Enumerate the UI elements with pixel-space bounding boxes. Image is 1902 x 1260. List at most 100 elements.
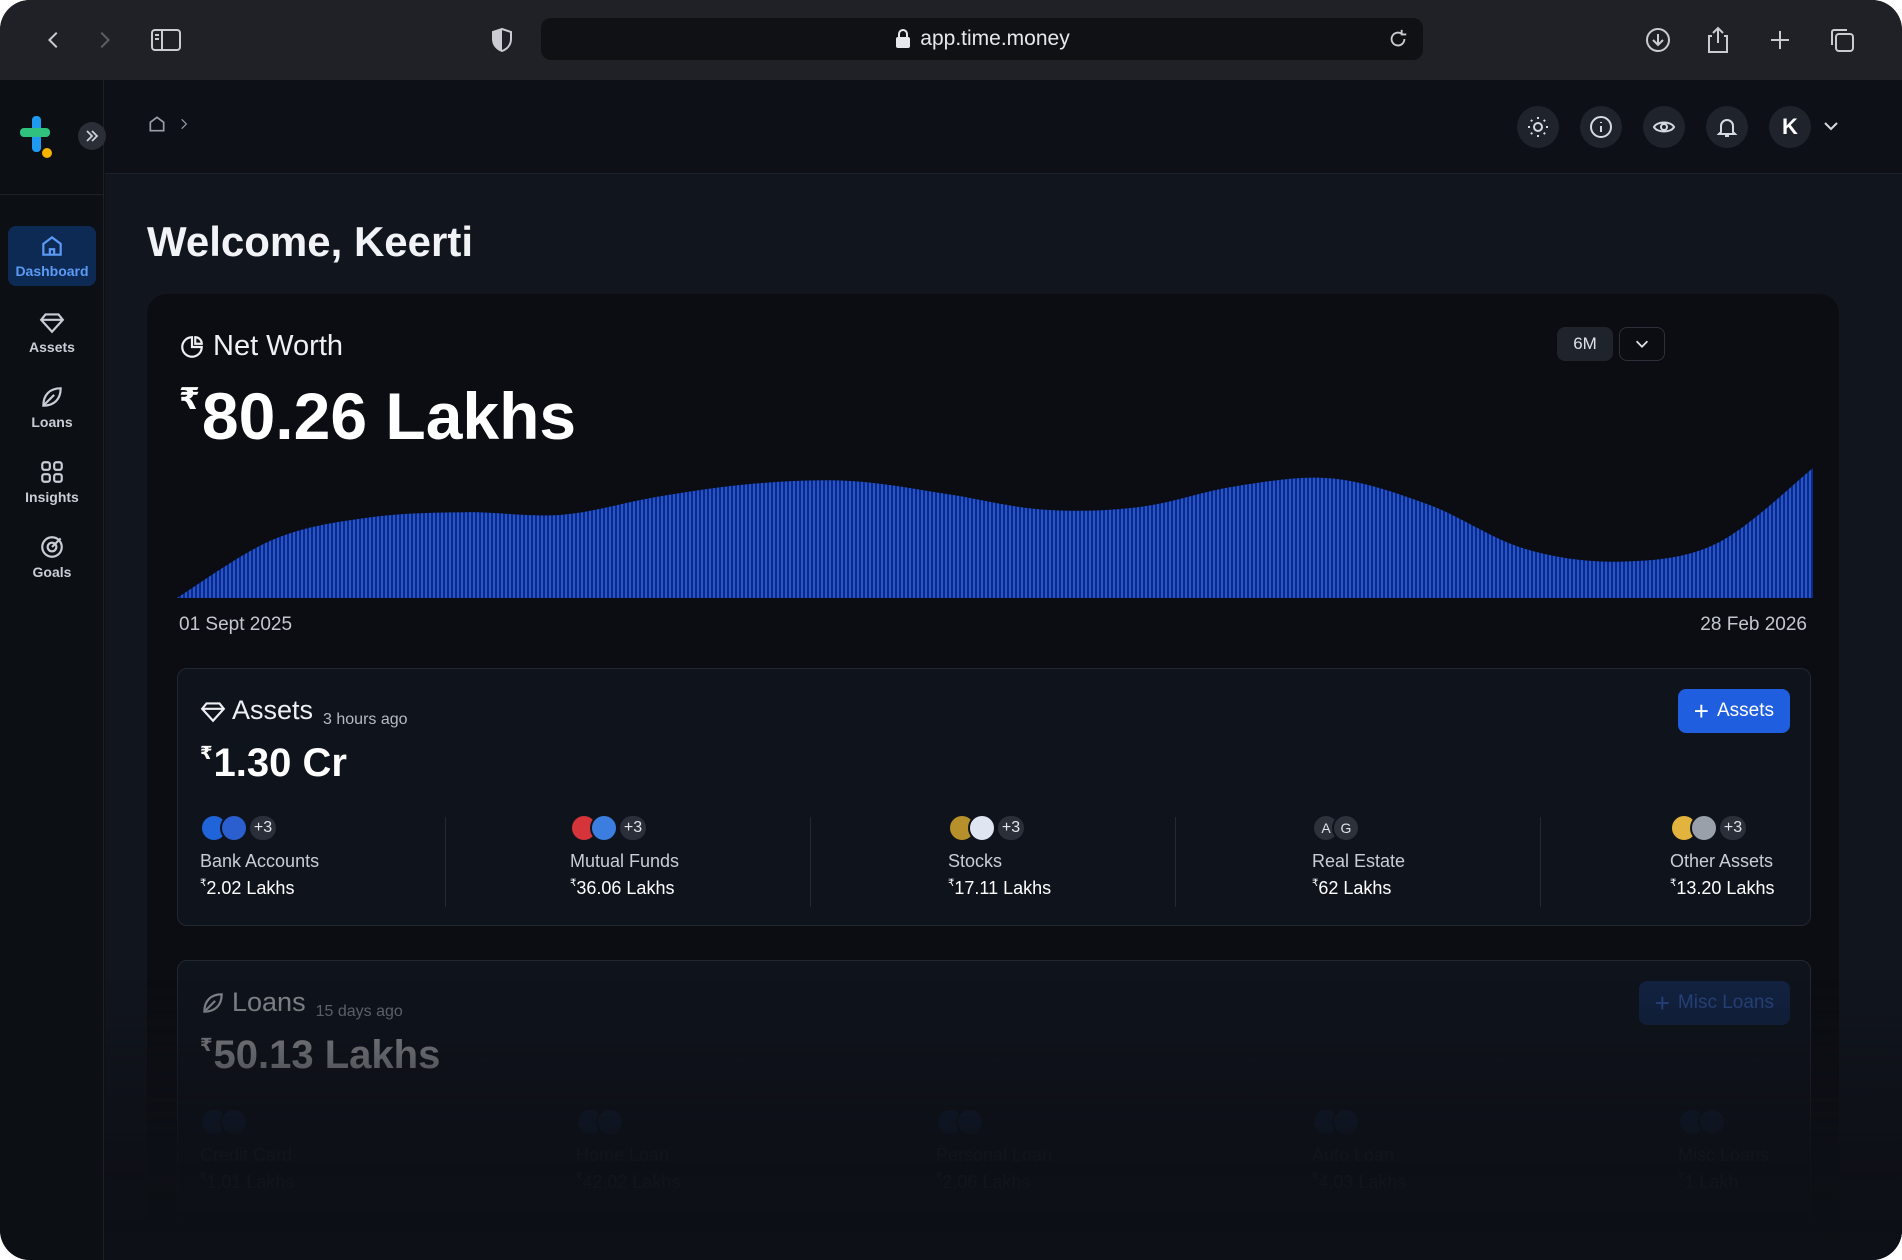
home-icon (42, 235, 62, 256)
loans-title: Loans (232, 987, 306, 1017)
category-value: ₹2.02 Lakhs (200, 878, 319, 899)
bank-logo-icon (596, 1108, 624, 1136)
loans-header: Loans 15 days ago (200, 987, 403, 1021)
forward-icon[interactable] (86, 22, 122, 58)
chevron-right-icon (181, 118, 188, 130)
page-title: Welcome, Keerti (147, 218, 474, 265)
privacy-shield-icon[interactable] (484, 22, 520, 58)
bank-logo-icon (1698, 1108, 1726, 1136)
url-text: app.time.money (920, 27, 1070, 50)
back-icon[interactable] (36, 22, 72, 58)
pie-chart-icon (181, 335, 203, 358)
notifications-button[interactable] (1706, 106, 1748, 148)
net-worth-amount: 80.26 Lakhs (201, 379, 577, 453)
category-value: ₹1 Lakh (1678, 1172, 1769, 1193)
assets-updated-time: 3 hours ago (323, 710, 408, 728)
category-divider (445, 817, 446, 907)
category-value: ₹2.06 Lakhs (936, 1172, 1052, 1193)
fund-logo-icon (590, 814, 618, 842)
asset-category-real-estate[interactable]: A G Real Estate ₹62 Lakhs (1312, 813, 1405, 903)
sidebar-item-goals[interactable]: Goals (8, 527, 96, 587)
chevron-down-icon[interactable] (1821, 116, 1841, 136)
lock-icon (896, 29, 911, 48)
loan-category-misc-loans[interactable]: Misc Loans ₹1 Lakh (1678, 1107, 1769, 1197)
sidebar-item-assets[interactable]: Assets (8, 302, 96, 362)
silver-icon (1690, 814, 1718, 842)
category-amount: 36.06 Lakhs (576, 878, 675, 898)
net-worth-chart[interactable] (177, 462, 1813, 598)
info-button[interactable] (1580, 106, 1622, 148)
category-value: ₹36.06 Lakhs (570, 878, 679, 899)
range-selector-button[interactable]: 6M (1557, 327, 1613, 361)
sidebar: Dashboard Assets Loans Insights Goals (0, 80, 106, 1260)
info-icon (1590, 116, 1612, 138)
device-frame: app.time.money Dashboard Assets Loans In… (0, 0, 1902, 1260)
bank-logo-icon (220, 1108, 248, 1136)
category-amount: 4.03 Lakhs (1318, 1172, 1407, 1192)
sidebar-item-dashboard[interactable]: Dashboard (8, 226, 96, 286)
sidebar-item-label: Dashboard (15, 263, 89, 279)
category-label: Stocks (948, 851, 1003, 871)
reload-icon[interactable] (1387, 28, 1409, 50)
assets-total: ₹ 1.30 Cr (200, 741, 347, 786)
chart-start-date: 01 Sept 2025 (179, 614, 293, 635)
category-value: ₹13.20 Lakhs (1670, 878, 1774, 899)
browser-toolbar: app.time.money (0, 0, 1902, 80)
share-icon[interactable] (1700, 22, 1736, 58)
net-worth-area-series (177, 468, 1813, 598)
asset-category-bank-accounts[interactable]: +3 Bank Accounts ₹2.02 Lakhs (200, 813, 319, 903)
category-amount: 2.02 Lakhs (206, 878, 295, 898)
more-count-badge: +3 (248, 814, 278, 842)
loan-category-personal-loan[interactable]: Personal Loan ₹2.06 Lakhs (936, 1107, 1052, 1197)
asset-category-other-assets[interactable]: +3 Other Assets ₹13.20 Lakhs (1670, 813, 1774, 903)
category-value: ₹4.03 Lakhs (1312, 1172, 1406, 1193)
address-bar[interactable]: app.time.money (541, 18, 1423, 60)
range-dropdown-button[interactable] (1619, 327, 1665, 361)
add-misc-loans-button[interactable]: + Misc Loans (1638, 981, 1790, 1025)
currency-symbol: ₹ (179, 383, 200, 416)
category-label: Personal Loan (936, 1145, 1053, 1165)
more-count-badge: +3 (996, 814, 1026, 842)
leaf-icon (203, 992, 223, 1013)
top-header: K (105, 80, 1902, 174)
download-icon[interactable] (1640, 22, 1676, 58)
sidebar-item-loans[interactable]: Loans (8, 377, 96, 437)
category-divider (1540, 817, 1541, 907)
eye-icon (1652, 121, 1676, 133)
avatar[interactable]: K (1769, 106, 1811, 148)
category-label: Mutual Funds (570, 851, 680, 871)
new-tab-icon[interactable] (1762, 22, 1798, 58)
category-amount: 1.01 Lakhs (206, 1172, 295, 1192)
category-amount: 1 Lakh (1684, 1172, 1739, 1192)
more-count-badge: +3 (618, 814, 648, 842)
category-amount: 42.02 Lakhs (582, 1172, 681, 1192)
home-icon[interactable] (147, 114, 167, 134)
category-value: ₹62 Lakhs (1312, 878, 1405, 899)
sidebar-item-insights[interactable]: Insights (8, 452, 96, 512)
add-assets-label: Assets (1716, 700, 1774, 721)
theme-toggle-button[interactable] (1517, 106, 1559, 148)
loan-category-home-loan[interactable]: Home Loan ₹42.02 Lakhs (576, 1107, 680, 1197)
category-label: Bank Accounts (200, 851, 320, 871)
sidebar-item-label: Assets (29, 339, 75, 355)
loan-category-credit-card[interactable]: Credit Card ₹1.01 Lakhs (200, 1107, 294, 1197)
category-divider (810, 817, 811, 907)
sidebar-toggle-icon[interactable] (148, 22, 184, 58)
loans-amount: 50.13 Lakhs (213, 1033, 441, 1077)
loan-category-auto-loan[interactable]: Auto Loan ₹4.03 Lakhs (1312, 1107, 1406, 1197)
breadcrumb (147, 114, 191, 134)
add-assets-button[interactable]: + Assets (1677, 689, 1790, 733)
asset-category-mutual-funds[interactable]: +3 Mutual Funds ₹36.06 Lakhs (570, 813, 679, 903)
category-value: ₹17.11 Lakhs (948, 878, 1051, 899)
expand-sidebar-button[interactable] (78, 122, 106, 150)
diamond-icon (39, 313, 65, 334)
sidebar-item-label: Insights (25, 489, 79, 505)
more-count-badge: +3 (1718, 814, 1748, 842)
add-loans-label: Misc Loans (1677, 992, 1774, 1013)
asset-category-stocks[interactable]: +3 Stocks ₹17.11 Lakhs (948, 813, 1051, 903)
tabs-overview-icon[interactable] (1824, 22, 1860, 58)
visibility-button[interactable] (1643, 106, 1685, 148)
plus-icon: + (1693, 696, 1709, 726)
net-worth-header: Net Worth (179, 330, 343, 363)
loans-updated-time: 15 days ago (315, 1002, 403, 1020)
